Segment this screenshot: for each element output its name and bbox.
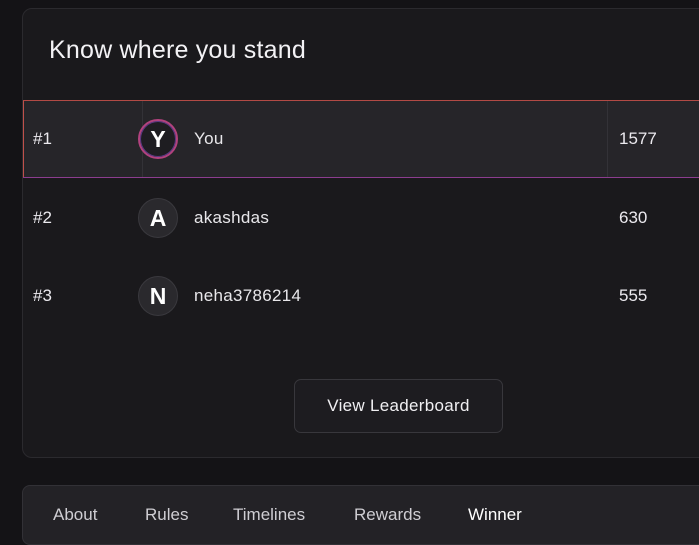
username: neha3786214 — [194, 286, 302, 305]
tab-timelines[interactable]: Timelines — [233, 505, 305, 525]
tab-rules[interactable]: Rules — [145, 505, 188, 525]
avatar: A — [138, 198, 178, 238]
tab-winner[interactable]: Winner — [468, 505, 522, 525]
leaderboard-row-current-user[interactable]: #1 Y You 1577 — [23, 100, 699, 178]
avatar: N — [138, 276, 178, 316]
username: You — [194, 129, 224, 148]
leaderboard-card: Know where you stand #1 Y You 1577 #2 A … — [22, 8, 699, 458]
leaderboard-row[interactable]: #2 A akashdas 630 — [23, 179, 699, 257]
score: 630 — [619, 208, 648, 227]
score: 555 — [619, 286, 648, 305]
username: akashdas — [194, 208, 270, 227]
avatar: Y — [138, 119, 178, 159]
rank-label: #1 — [33, 129, 52, 148]
rank-label: #3 — [33, 286, 52, 305]
rank-label: #2 — [33, 208, 52, 227]
column-divider — [607, 101, 608, 177]
view-leaderboard-button[interactable]: View Leaderboard — [294, 379, 503, 433]
leaderboard-title: Know where you stand — [49, 36, 306, 64]
leaderboard-row[interactable]: #3 N neha3786214 555 — [23, 257, 699, 335]
tab-rewards[interactable]: Rewards — [354, 505, 421, 525]
tab-about[interactable]: About — [53, 505, 97, 525]
tab-bar: About Rules Timelines Rewards Winner — [22, 485, 699, 545]
score: 1577 — [619, 129, 657, 148]
